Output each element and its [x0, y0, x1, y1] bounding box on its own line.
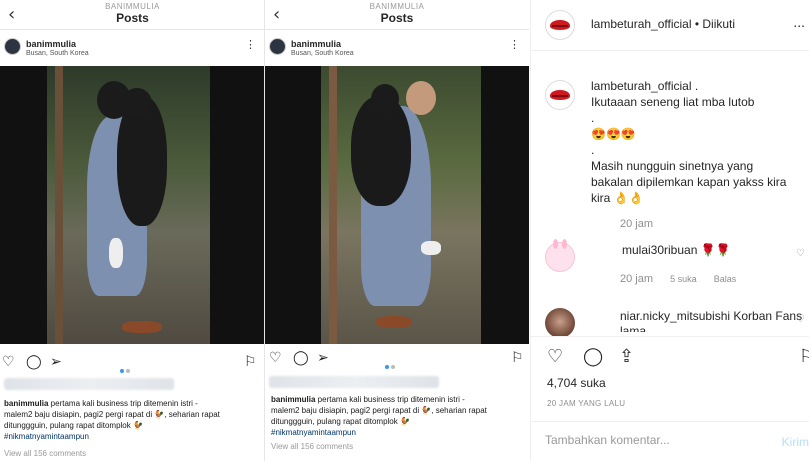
more-options-icon[interactable]: ⋮	[245, 38, 257, 51]
caption-text: pertama kali business trip ditemenin ist…	[315, 395, 465, 404]
page-title: Posts	[380, 11, 414, 25]
panel-header: lambeturah_official • Diikuti ...	[531, 0, 809, 51]
view-all-comments-link[interactable]: View all 156 comments	[271, 442, 353, 451]
hashtag[interactable]: #nikmatnyamintaampun	[4, 432, 89, 441]
comment-line: bakalan dipilemkan kapan yakss kira	[591, 175, 787, 189]
woman-head	[371, 84, 399, 114]
caption-username[interactable]: banimmulia	[271, 395, 315, 404]
comment-line: lambeturah_official .	[591, 79, 699, 93]
lips-avatar[interactable]	[545, 10, 575, 40]
pole	[329, 66, 337, 344]
post-username[interactable]: banimmulia	[291, 39, 341, 49]
share-icon[interactable]: ⇪	[619, 346, 634, 367]
heart-icon[interactable]: ♡	[796, 314, 805, 325]
carousel-dots	[120, 360, 132, 378]
shoe	[122, 321, 162, 333]
post-actions: ♡ ◯ ⇪ ⚐	[531, 336, 809, 372]
post-actions: ♡ ◯ ➢ ⚐	[0, 352, 265, 374]
blurred-likes	[269, 376, 439, 388]
caption-text: malem2 baju disiapin, pagi2 pergi rapat …	[271, 406, 432, 415]
post-username[interactable]: banimmulia	[26, 39, 76, 49]
avatar[interactable]	[269, 38, 286, 55]
blurred-likes	[4, 378, 174, 390]
comment-line: .	[591, 143, 595, 157]
comment-line: .	[591, 111, 595, 125]
post-header: banimmulia Busan, South Korea ⋮	[265, 30, 529, 64]
comment-meta: 20 jam 5 suka Balas	[620, 273, 750, 285]
post-comment-button[interactable]: Kirim	[782, 435, 809, 449]
caption-text: malem2 baju disiapin, pagi2 pergi rapat …	[4, 410, 165, 419]
more-options-icon[interactable]: ...	[793, 14, 805, 30]
comment-likes[interactable]: 5 suka	[670, 274, 697, 284]
post-location[interactable]: Busan, South Korea	[26, 50, 89, 57]
comment-line: Masih nungguin sinetnya yang	[591, 159, 754, 173]
pole	[55, 66, 63, 344]
comment-icon[interactable]: ◯	[293, 350, 309, 366]
heart-icon[interactable]: ♡	[547, 346, 563, 367]
post-detail-panel: lambeturah_official • Diikuti ... lambet…	[530, 0, 809, 461]
comment-text: mulai30ribuan 🌹🌹	[622, 243, 731, 257]
photo-scene	[47, 66, 210, 344]
header-username[interactable]: lambeturah_official • Diikuti	[591, 17, 735, 31]
view-all-comments-link[interactable]: View all 156 comments	[4, 449, 86, 458]
top-bar: ‹ BANIMMULIA Posts	[265, 0, 529, 30]
hashtag[interactable]: #nikmatnyamintaampun	[271, 428, 356, 437]
top-bar: ‹ BANIMMULIA Posts	[0, 0, 265, 30]
page-title: Posts	[116, 11, 149, 25]
post-actions: ♡ ◯ ➢ ⚐	[265, 348, 529, 370]
comment-input[interactable]	[545, 433, 765, 447]
bookmark-icon[interactable]: ⚐	[511, 350, 524, 366]
comment-line: Ikutaaan seneng liat mba lutob	[591, 95, 755, 109]
heart-icon[interactable]: ♡	[269, 350, 282, 366]
post-photo[interactable]	[265, 66, 529, 344]
heart-icon[interactable]: ♡	[796, 248, 805, 259]
caption-username[interactable]: banimmulia	[4, 399, 48, 408]
likes-count[interactable]: 4,704 suka	[547, 376, 606, 390]
profile-username-header: BANIMMULIA	[105, 2, 160, 11]
share-icon[interactable]: ➢	[50, 354, 62, 370]
sneaker	[421, 241, 441, 255]
man-face	[406, 81, 436, 115]
share-icon[interactable]: ➢	[317, 350, 329, 366]
carousel-dots	[385, 356, 397, 374]
comment-time: 20 jam	[620, 273, 654, 285]
post-location[interactable]: Busan, South Korea	[291, 50, 354, 57]
avatar[interactable]	[545, 308, 575, 338]
heart-icon[interactable]: ♡	[2, 354, 15, 370]
profile-username-header: BANIMMULIA	[369, 2, 425, 11]
comment-icon[interactable]: ◯	[26, 354, 42, 370]
post-screenshot-1: ‹ BANIMMULIA Posts banimmulia Busan, Sou…	[0, 0, 265, 461]
bookmark-icon[interactable]: ⚐	[244, 354, 257, 370]
shoe	[376, 316, 412, 328]
post-age: 20 JAM YANG LALU	[547, 399, 626, 408]
post-caption: banimmulia pertama kali business trip di…	[271, 394, 523, 438]
screen: ‹ BANIMMULIA Posts banimmulia Busan, Sou…	[0, 0, 809, 461]
comment-line: 😍😍😍	[591, 127, 636, 141]
add-comment-bar: Kirim	[531, 421, 809, 461]
post-caption: banimmulia pertama kali business trip di…	[4, 398, 259, 442]
woman-head	[122, 88, 152, 118]
comment-time: 20 jam	[620, 218, 654, 230]
post-header: banimmulia Busan, South Korea ⋮	[0, 30, 265, 64]
comment-icon[interactable]: ◯	[583, 346, 603, 367]
reply-button[interactable]: Balas	[714, 274, 737, 284]
post-photo[interactable]	[0, 66, 265, 344]
post-screenshot-2: ‹ BANIMMULIA Posts banimmulia Busan, Sou…	[264, 0, 529, 461]
avatar[interactable]	[4, 38, 21, 55]
caption-text: pertama kali business trip ditemenin ist…	[48, 399, 198, 408]
bookmark-icon[interactable]: ⚐	[799, 346, 809, 367]
photo-scene	[321, 66, 481, 344]
comment-line: kira 👌👌	[591, 191, 644, 205]
sneaker	[109, 238, 123, 268]
lips-avatar[interactable]	[545, 80, 575, 110]
comment-text: lambeturah_official . Ikutaaan seneng li…	[591, 78, 801, 206]
comment-text: niar.nicky_mitsubishi Korban Fans lama	[620, 309, 803, 332]
more-options-icon[interactable]: ⋮	[509, 38, 521, 51]
bunny-avatar[interactable]	[545, 239, 575, 272]
